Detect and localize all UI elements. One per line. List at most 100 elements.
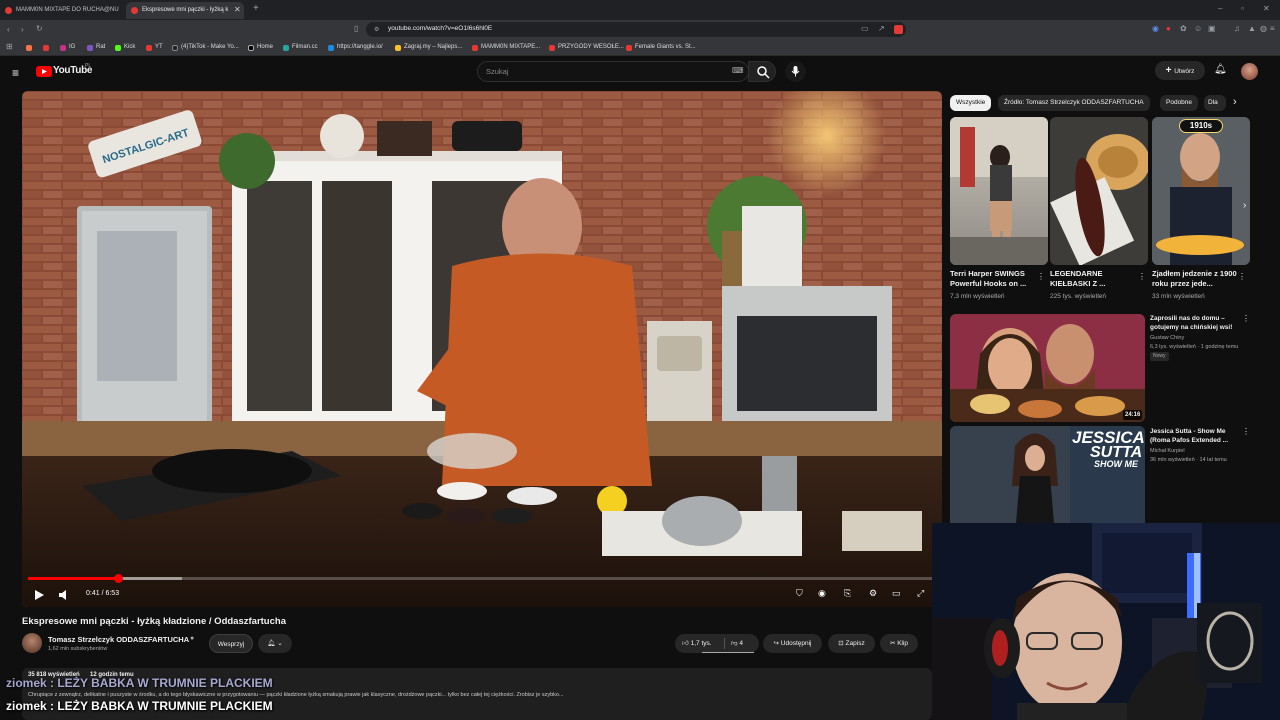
discord-extension-icon[interactable]: ☺ <box>1194 24 1202 34</box>
chip-all[interactable]: Wszystkie <box>950 95 992 111</box>
more-options-icon[interactable]: ⋮ <box>1037 272 1045 281</box>
tab-ekspresowe[interactable]: Ekspresowe mni pączki - łyżką k <box>126 2 244 19</box>
vpn-icon[interactable]: ▲ <box>1248 24 1256 34</box>
channel-avatar[interactable] <box>22 633 42 653</box>
reload-icon[interactable]: ↻ <box>36 24 43 34</box>
bookmark-tanggle[interactable]: https://tanggle.io/ <box>328 42 383 53</box>
more-options-icon[interactable]: ⋮ <box>1238 272 1246 281</box>
video-title[interactable]: Jessica Sutta - Show Me (Roma Pafos Exte… <box>1150 427 1242 445</box>
play-icon[interactable] <box>32 588 46 602</box>
video-channel[interactable]: Gustaw Chiny <box>1150 334 1250 342</box>
subscribe-bell-button[interactable]: 🔔︎ ⌄ <box>258 634 292 653</box>
subtitles-icon[interactable]: ⎘ <box>844 588 851 599</box>
new-tab-icon[interactable]: + <box>253 4 259 14</box>
video-player[interactable]: NOSTALGIC-ART 0:41 / 6:53 ⛉ ◉ ⎘ ⚙ ▭ ⤢ <box>22 91 942 607</box>
progress-scrubber[interactable] <box>113 574 123 583</box>
window-close-icon[interactable]: ✕ <box>1263 4 1270 14</box>
bookmark-item[interactable] <box>43 42 57 53</box>
volume-icon[interactable] <box>57 588 71 602</box>
video-channel[interactable]: Michał Kurpiel <box>1150 447 1250 455</box>
bookmark-zagraj[interactable]: Zagraj.my – Najleps... <box>395 42 462 53</box>
site-info-icon[interactable]: ⚙ <box>374 25 379 35</box>
apps-grid-icon[interactable]: ⊞ <box>6 42 13 52</box>
menu-icon[interactable]: ≡ <box>1270 24 1275 34</box>
clip-button[interactable]: ✂ Klip <box>880 634 918 653</box>
thumbs-up-icon: 👍︎ <box>682 640 689 647</box>
address-bar[interactable]: ⚙ youtube.com/watch?v=eO1I6s6hl0E ▭ ↗ <box>366 22 906 37</box>
voice-search-button[interactable] <box>785 61 806 82</box>
youtube-logo-icon[interactable] <box>36 66 52 77</box>
bookmark-przygody[interactable]: PRZYGODY WESOŁE... <box>549 42 624 53</box>
chips-next-icon[interactable]: › <box>1233 96 1237 108</box>
close-tab-icon[interactable]: ✕ <box>234 5 241 15</box>
maximize-icon[interactable]: ▫ <box>1241 4 1244 14</box>
short-thumbnail[interactable]: 1910s <box>1152 117 1250 265</box>
settings-gear-icon[interactable]: ⚙ <box>869 588 877 599</box>
short-badge: 1910s <box>1179 119 1223 133</box>
wallet-icon[interactable]: ◍ <box>1260 24 1267 34</box>
video-title: Ekspresowe mni pączki - łyżką kładzione … <box>22 616 286 627</box>
short-title[interactable]: Terri Harper SWINGS Powerful Hooks on ..… <box>950 269 1038 289</box>
autoplay-toggle-icon[interactable]: ◉ <box>818 588 826 599</box>
brave-shield-icon[interactable] <box>894 25 903 34</box>
short-title[interactable]: Zjadłem jedzenie z 1900 roku przez jede.… <box>1152 269 1240 289</box>
extension-icon[interactable]: ▣ <box>1208 24 1216 34</box>
bookmark-yt[interactable]: YT <box>146 42 163 53</box>
bookmark-ig[interactable]: IG <box>60 42 75 53</box>
hamburger-menu-icon[interactable]: ≡ <box>12 66 19 80</box>
share-page-icon[interactable]: ↗ <box>878 24 885 34</box>
keyboard-icon[interactable]: ⌨ <box>732 66 744 75</box>
youtube-favicon-icon <box>131 7 138 14</box>
chip-for-you[interactable]: Dla <box>1204 95 1226 111</box>
save-button[interactable]: ⊡ Zapisz <box>828 634 875 653</box>
more-options-icon[interactable]: ⋮ <box>1242 427 1250 436</box>
join-button[interactable]: Wesprzyj <box>209 634 253 653</box>
video-thumbnail[interactable]: JESSICA SUTTA SHOW ME <box>950 426 1145 523</box>
theater-mode-icon[interactable]: ▭ <box>892 588 901 599</box>
short-thumbnail[interactable] <box>1050 117 1148 265</box>
fullscreen-icon[interactable]: ⤢ <box>917 588 924 599</box>
extension-icon[interactable]: ✿ <box>1180 24 1187 34</box>
notifications-bell-icon[interactable]: 🔔︎ <box>1214 64 1227 75</box>
miniplayer-shield-icon[interactable]: ⛉ <box>796 588 803 599</box>
like-button[interactable]: 👍︎ 1,7 tys. <box>682 634 712 653</box>
chat-message: ziomek : LEŻY BABKA W TRUMNIE PLACKIEM <box>6 699 273 713</box>
extension-icon[interactable]: ◉ <box>1152 24 1159 34</box>
more-options-icon[interactable]: ⋮ <box>1138 272 1146 281</box>
account-avatar[interactable] <box>1241 63 1258 80</box>
media-icon[interactable]: ♫ <box>1234 24 1240 34</box>
bookmark-home[interactable]: Home <box>248 42 273 53</box>
bookmark-mammon[interactable]: MAMM0N MIXTAPE... <box>472 42 540 53</box>
video-title[interactable]: Zaprosili nas do domu – gotujemy na chiń… <box>1150 314 1242 332</box>
short-title[interactable]: LEGENDARNE KIEŁBASKI Z ... <box>1050 269 1138 289</box>
bookmark-rat[interactable]: Rat <box>87 42 105 53</box>
record-extension-icon[interactable]: ● <box>1166 24 1171 34</box>
save-icon: ⊡ <box>838 640 846 647</box>
video-thumbnail[interactable]: 24:16 <box>950 314 1145 422</box>
screenshot-icon[interactable]: ▭ <box>861 24 869 34</box>
bookmark-kick[interactable]: Kick <box>115 42 135 53</box>
url-text: youtube.com/watch?v=eO1I6s6hl0E <box>388 25 493 32</box>
create-button[interactable]: + Utwórz <box>1155 61 1205 80</box>
bookmark-icon[interactable]: ▯ <box>354 24 358 34</box>
progress-track[interactable] <box>28 574 936 583</box>
minimize-icon[interactable]: – <box>1218 4 1222 14</box>
share-button[interactable]: ↪ Udostępnij <box>763 634 822 653</box>
bookmark-item[interactable] <box>26 42 40 53</box>
chip-related[interactable]: Podobne <box>1160 95 1199 111</box>
search-input[interactable]: Szukaj ⌨ <box>477 61 749 82</box>
bookmark-tiktok[interactable]: (4)TikTok - Make Yo... <box>172 42 239 53</box>
bookmark-filman[interactable]: Filman.cc <box>283 42 318 53</box>
chip-source[interactable]: Źródło: Tomasz Strzelczyk ODDASZFARTUCHA <box>998 95 1150 111</box>
bookmark-female-giants[interactable]: Female Giants vs. St... <box>626 42 696 53</box>
forward-icon[interactable]: › <box>21 25 24 35</box>
dislike-button[interactable]: 👎︎ 4 <box>731 634 743 653</box>
short-thumbnail[interactable] <box>950 117 1048 265</box>
back-icon[interactable]: ‹ <box>7 25 10 35</box>
search-icon <box>757 66 770 79</box>
shorts-next-icon[interactable]: › <box>1243 200 1246 211</box>
tab-mammon[interactable]: MAMM0N MIXTAPE DO RUCHA@NU <box>0 2 126 19</box>
search-button[interactable] <box>748 61 776 82</box>
channel-name[interactable]: Tomasz Strzelczyk ODDASZFARTUCHA <box>48 635 189 644</box>
more-options-icon[interactable]: ⋮ <box>1242 314 1250 323</box>
